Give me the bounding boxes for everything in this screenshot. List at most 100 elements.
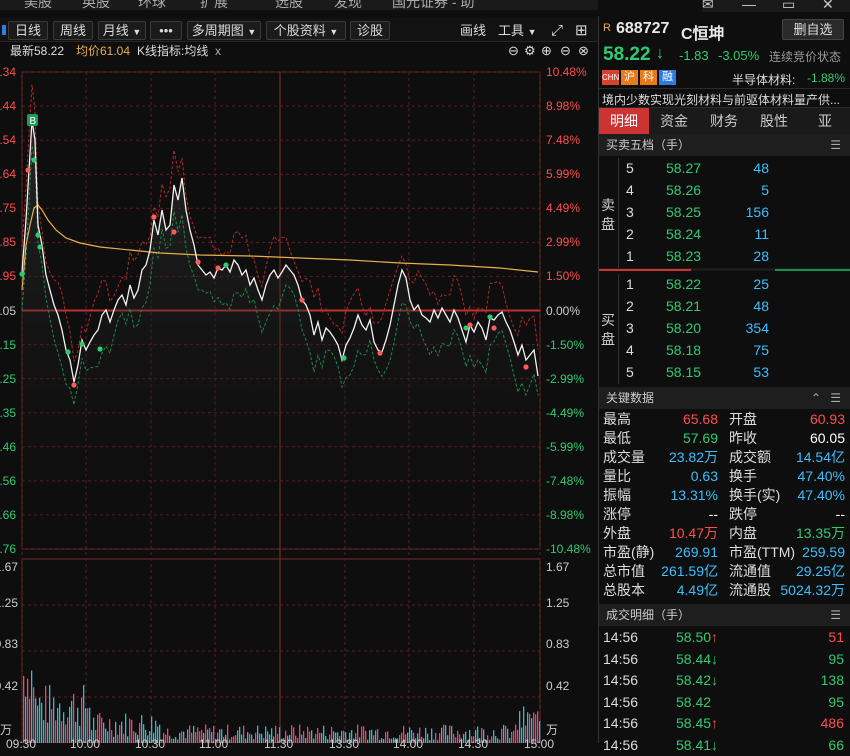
volume-bar bbox=[443, 724, 445, 743]
stock-profile-button[interactable]: 个股资料 ▼ bbox=[266, 21, 346, 40]
menu-broker[interactable]: 国元证券 - 助 bbox=[392, 0, 474, 10]
tick-arrow-icon: ↑ bbox=[711, 629, 718, 645]
indicator-label[interactable]: K线指标:均线 bbox=[137, 42, 208, 60]
week-line-button[interactable]: 周线 bbox=[53, 21, 93, 40]
bid-price[interactable]: 58.22 bbox=[666, 274, 701, 294]
badge-sh: 沪 bbox=[621, 70, 638, 85]
volume-axis-label-left: 0.83 bbox=[0, 637, 18, 651]
volume-bar bbox=[109, 719, 111, 743]
zoom-out-icon[interactable]: ⊖ bbox=[508, 42, 519, 60]
keydata-label: 涨停 bbox=[603, 506, 631, 522]
ask-price[interactable]: 58.26 bbox=[666, 180, 701, 200]
pct-axis-label: 4.49% bbox=[546, 201, 581, 216]
tools-button[interactable]: 工具 ▼ bbox=[498, 21, 537, 40]
chart-canvas[interactable]: B bbox=[0, 60, 598, 743]
tick-volume: 95 bbox=[828, 693, 844, 710]
tab-more[interactable]: 亚 bbox=[799, 108, 850, 134]
bid-price[interactable]: 58.18 bbox=[666, 340, 701, 360]
bid-price[interactable]: 58.21 bbox=[666, 296, 701, 316]
close-icon[interactable]: ✕ bbox=[822, 0, 834, 11]
bid-ratio-bar bbox=[599, 269, 691, 271]
menu-discover[interactable]: 发现 bbox=[334, 0, 362, 10]
tick-time: 14:56 bbox=[603, 736, 639, 753]
more-button[interactable]: ••• bbox=[150, 21, 182, 40]
menu-icon[interactable]: ☰ bbox=[830, 134, 841, 156]
month-line-button[interactable]: 月线 ▼ bbox=[98, 21, 146, 40]
bid-price[interactable]: 58.15 bbox=[666, 362, 701, 382]
pct-axis-label: -10.48% bbox=[546, 542, 591, 556]
orderbook-level: 4 bbox=[626, 182, 634, 198]
menu-icon[interactable]: ☰ bbox=[830, 604, 841, 626]
tab-finance[interactable]: 财务 bbox=[699, 108, 749, 134]
volume-bar bbox=[521, 727, 523, 743]
menu-us-stocks[interactable]: 美股 bbox=[24, 0, 52, 10]
volume-bar bbox=[499, 739, 501, 743]
volume-bar bbox=[381, 738, 383, 743]
ask-price[interactable]: 58.24 bbox=[666, 224, 701, 244]
price-axis-label: 3.76 bbox=[0, 542, 16, 556]
time-axis-label: 14:30 bbox=[458, 737, 489, 751]
close-chart-icon[interactable]: ⊗ bbox=[578, 42, 589, 60]
minus-icon[interactable]: ⊖ bbox=[560, 42, 571, 60]
fullscreen-icon[interactable]: ⤢ bbox=[551, 21, 563, 40]
volume-bar bbox=[491, 736, 493, 743]
b-marker-label: B bbox=[30, 116, 37, 127]
pct-axis-label: 2.99% bbox=[546, 235, 581, 250]
ticks-header: 成交明细（手） ☰ bbox=[599, 604, 850, 626]
keydata-label: 振幅 bbox=[603, 487, 631, 503]
menu-uk-stocks[interactable]: 英股 bbox=[82, 0, 110, 10]
volume-axis-label-right: 0.42 bbox=[546, 679, 570, 693]
menu-global[interactable]: 环球 bbox=[138, 0, 166, 10]
grid-layout-icon[interactable]: ⊞ bbox=[575, 21, 588, 40]
close-indicator-icon[interactable]: x bbox=[215, 42, 221, 60]
menu-icon[interactable]: ☰ bbox=[830, 387, 841, 409]
multi-period-button[interactable]: 多周期图 ▼ bbox=[187, 21, 261, 40]
keydata-label: 昨收 bbox=[729, 430, 757, 446]
day-line-button[interactable]: 日线 bbox=[8, 21, 48, 40]
volume-axis-label-left: 1.67 bbox=[0, 560, 18, 574]
volume-bar bbox=[511, 731, 513, 743]
keydata-label: 内盘 bbox=[729, 525, 757, 541]
keydata-label: 流通股 bbox=[729, 582, 771, 598]
ask-price[interactable]: 58.23 bbox=[666, 246, 701, 266]
settings-icon[interactable]: ⚙ bbox=[524, 42, 536, 60]
tab-detail[interactable]: 明细 bbox=[599, 108, 649, 134]
chevron-down-icon: ▼ bbox=[247, 27, 257, 37]
stock-header: R 688727 C恒坤 删自选 bbox=[599, 16, 850, 44]
volume-bar bbox=[173, 738, 175, 743]
volume-bar bbox=[375, 730, 377, 743]
bid-price[interactable]: 58.20 bbox=[666, 318, 701, 338]
volume-bar bbox=[245, 738, 247, 743]
mail-icon[interactable]: ✉ bbox=[702, 0, 714, 11]
volume-axis-label-right: 0.83 bbox=[546, 637, 570, 651]
restore-icon[interactable]: ▭ bbox=[782, 0, 795, 11]
volume-bar bbox=[43, 720, 45, 743]
stock-description[interactable]: 境内少数实现光刻材料与前驱体材料量产供... bbox=[602, 91, 840, 108]
volume-bar bbox=[385, 732, 387, 743]
price-axis-label: 5.56 bbox=[0, 473, 16, 488]
keydata-value: 57.69 bbox=[682, 430, 718, 446]
sector-label[interactable]: 半导体材料: bbox=[732, 71, 795, 88]
delete-watchlist-button[interactable]: 删自选 bbox=[782, 19, 844, 40]
menu-stock-picker[interactable]: 选股 bbox=[275, 0, 303, 10]
volume-bar bbox=[67, 717, 69, 743]
bid-volume: 48 bbox=[753, 298, 769, 314]
tab-stock-nature[interactable]: 股性 bbox=[749, 108, 799, 134]
volume-bar bbox=[507, 728, 509, 743]
intraday-chart[interactable]: B 6.34 5.44 4.54 3.64 2.75 1.85 0.95 0.05 9.15 8.… bbox=[0, 60, 598, 751]
draw-line-button[interactable]: 画线 bbox=[460, 21, 486, 40]
volume-bar bbox=[31, 670, 33, 743]
menu-extend[interactable]: 扩展 bbox=[200, 0, 228, 10]
tab-capital[interactable]: 资金 bbox=[649, 108, 699, 134]
ask-price[interactable]: 58.27 bbox=[666, 158, 701, 178]
minimize-icon[interactable]: — bbox=[742, 0, 756, 11]
price-axis-label: 0.05 bbox=[0, 303, 16, 318]
add-icon[interactable]: ⊕ bbox=[541, 42, 552, 60]
time-axis-label: 15:00 bbox=[524, 737, 555, 751]
ask-price[interactable]: 58.25 bbox=[666, 202, 701, 222]
sector-pct: -1.88% bbox=[807, 71, 846, 85]
volume-bar bbox=[55, 720, 57, 743]
collapse-icon[interactable]: ⌃ bbox=[811, 387, 821, 409]
diagnose-button[interactable]: 诊股 bbox=[350, 21, 390, 40]
pct-axis-label: -2.99% bbox=[546, 371, 585, 386]
